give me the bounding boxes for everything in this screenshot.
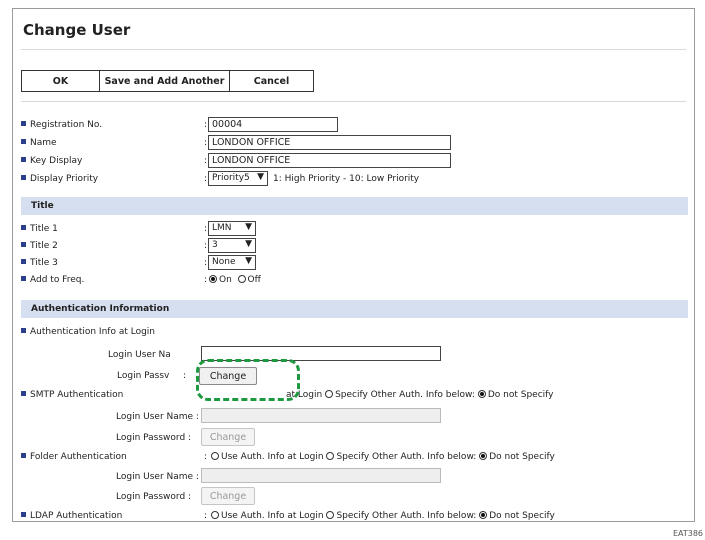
bullet-icon xyxy=(21,391,26,396)
smtp-auth-row: SMTP Authentication at Login Specify Oth… xyxy=(21,387,681,405)
login-password-label: Login Passv xyxy=(117,371,170,381)
bullet-icon xyxy=(21,276,26,281)
registration-label: Registration No. xyxy=(30,120,103,130)
login-user-name-label: Login User Na xyxy=(108,350,171,360)
title1-select[interactable]: LMN ▼ xyxy=(208,221,256,236)
key-display-row: Key Display : LONDON OFFICE xyxy=(21,153,681,171)
chevron-down-icon: ▼ xyxy=(245,256,252,266)
chevron-down-icon: ▼ xyxy=(257,172,264,182)
ldap-do-not-specify-radio[interactable] xyxy=(479,511,488,519)
cancel-button[interactable]: Cancel xyxy=(229,70,314,92)
bullet-icon xyxy=(21,175,26,180)
folder-auth-row: Folder Authentication : Use Auth. Info a… xyxy=(21,449,681,467)
bullet-icon xyxy=(21,512,26,517)
bullet-icon xyxy=(21,453,26,458)
chevron-down-icon: ▼ xyxy=(245,222,252,232)
title2-row: Title 2 : 3 ▼ xyxy=(21,238,681,256)
smtp-change-button[interactable]: Change xyxy=(201,428,255,446)
divider xyxy=(21,101,686,102)
bullet-icon xyxy=(21,157,26,162)
smtp-specify-radio[interactable] xyxy=(325,390,334,398)
folder-specify-radio[interactable] xyxy=(326,452,335,460)
bullet-icon xyxy=(21,225,26,230)
divider xyxy=(21,49,686,50)
bullet-icon xyxy=(21,242,26,247)
freq-on-radio[interactable] xyxy=(209,275,217,283)
smtp-user-name-field[interactable] xyxy=(201,408,441,423)
toolbar: OK Save and Add Another Cancel xyxy=(21,70,314,92)
auth-login-row: Authentication Info at Login xyxy=(21,324,681,342)
ok-button[interactable]: OK xyxy=(21,70,100,92)
display-priority-row: Display Priority : Priority5 ▼ 1: High Pr… xyxy=(21,171,681,189)
title3-row: Title 3 : None ▼ xyxy=(21,255,681,273)
ldap-specify-radio[interactable] xyxy=(326,511,335,519)
name-field[interactable]: LONDON OFFICE xyxy=(208,135,451,150)
display-priority-select[interactable]: Priority5 ▼ xyxy=(208,171,268,186)
name-row: Name : LONDON OFFICE xyxy=(21,135,681,153)
figure-code: EAT386 xyxy=(672,529,703,538)
folder-change-button[interactable]: Change xyxy=(201,487,255,505)
title1-row: Title 1 : LMN ▼ xyxy=(21,221,681,239)
smtp-do-not-specify-radio[interactable] xyxy=(477,390,486,398)
folder-do-not-specify-radio[interactable] xyxy=(479,452,488,460)
freq-off-radio[interactable] xyxy=(237,275,246,283)
key-display-label: Key Display xyxy=(30,156,83,166)
page-title: Change User xyxy=(23,21,131,39)
save-and-add-another-button[interactable]: Save and Add Another xyxy=(99,70,230,92)
display-priority-label: Display Priority xyxy=(30,174,99,184)
priority-hint: 1: High Priority - 10: Low Priority xyxy=(273,174,420,184)
chevron-down-icon: ▼ xyxy=(245,239,252,249)
add-to-freq-row: Add to Freq. : On Off xyxy=(21,272,681,290)
registration-no-field[interactable]: 00004 xyxy=(208,117,338,132)
name-label: Name xyxy=(30,138,57,148)
registration-row: Registration No. : 00004 xyxy=(21,117,681,135)
key-display-field[interactable]: LONDON OFFICE xyxy=(208,153,451,168)
bullet-icon xyxy=(21,139,26,144)
title3-select[interactable]: None ▼ xyxy=(208,255,256,270)
highlight-callout xyxy=(196,359,300,401)
change-user-panel: Change User OK Save and Add Another Canc… xyxy=(12,8,695,522)
bullet-icon xyxy=(21,328,26,333)
folder-use-auth-radio[interactable] xyxy=(211,452,219,460)
folder-user-name-field[interactable] xyxy=(201,468,441,483)
title2-select[interactable]: 3 ▼ xyxy=(208,238,256,253)
auth-section-header: Authentication Information xyxy=(21,300,688,318)
bullet-icon xyxy=(21,259,26,264)
ldap-auth-row: LDAP Authentication : Use Auth. Info at … xyxy=(21,508,681,521)
title-section-header: Title xyxy=(21,197,688,215)
ldap-use-auth-radio[interactable] xyxy=(211,511,219,519)
bullet-icon xyxy=(21,121,26,126)
